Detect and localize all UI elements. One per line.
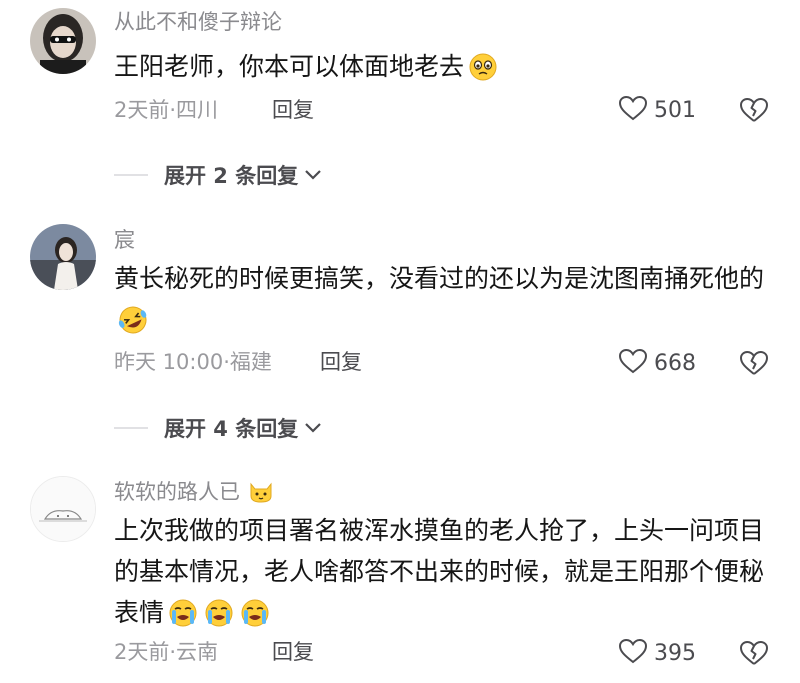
username-text: 软软的路人已 [114,480,240,504]
like-count: 668 [654,350,696,376]
username[interactable]: 宸 [114,226,135,254]
reply-button[interactable]: 回复 [272,638,314,666]
divider [114,174,148,176]
avatar[interactable] [30,476,96,542]
loudly-crying-emoji [166,598,200,640]
comment-text-content: 黄长秘死的时候更搞笑，没看过的还以为是沈图南捅死他的 [114,264,765,293]
dislike-button[interactable] [738,349,770,379]
comment-text-content: 王阳老师，你本可以体面地老去 [114,52,465,81]
username[interactable]: 从此不和傻子辩论 [114,8,282,36]
avatar[interactable] [30,8,96,74]
avatar[interactable] [30,224,96,290]
expand-replies-label: 展开 4 条回复 [164,417,299,441]
divider [114,427,148,429]
heart-icon [618,95,648,125]
comment-meta: 2天前·四川 [114,98,219,122]
comment-text: 王阳老师，你本可以体面地老去 [114,46,774,94]
reply-button[interactable]: 回复 [320,348,362,376]
comment-meta: 2天前·云南 [114,640,219,664]
loudly-crying-emoji [238,598,272,640]
dislike-button[interactable] [738,639,770,669]
broken-heart-icon [738,98,770,128]
like-count: 395 [654,640,696,666]
pleading-face-emoji [466,52,500,94]
loudly-crying-emoji [202,598,236,640]
like-button[interactable]: 501 [618,95,696,125]
comment-text: 黄长秘死的时候更搞笑，没看过的还以为是沈图南捅死他的 [114,258,774,347]
expand-replies-label: 展开 2 条回复 [164,164,299,188]
like-button[interactable]: 395 [618,638,696,668]
broken-heart-icon [738,641,770,671]
chevron-down-icon [304,419,322,438]
chevron-down-icon [304,166,322,185]
dislike-button[interactable] [738,96,770,126]
broken-heart-icon [738,351,770,381]
username[interactable]: 软软的路人已 [114,478,275,511]
heart-icon [618,638,648,668]
like-button[interactable]: 668 [618,348,696,378]
rolling-laughing-emoji [116,305,150,347]
expand-replies-button[interactable]: 展开 4 条回复 [114,413,322,443]
like-count: 501 [654,97,696,123]
reply-button[interactable]: 回复 [272,96,314,124]
comment-text: 上次我做的项目署名被浑水摸鱼的老人抢了，上头一问项目的基本情况，老人啥都答不出来… [114,510,774,640]
comment-meta: 昨天 10:00·福建 [114,350,272,374]
cat-face-icon [247,478,275,511]
heart-icon [618,348,648,378]
expand-replies-button[interactable]: 展开 2 条回复 [114,160,322,190]
